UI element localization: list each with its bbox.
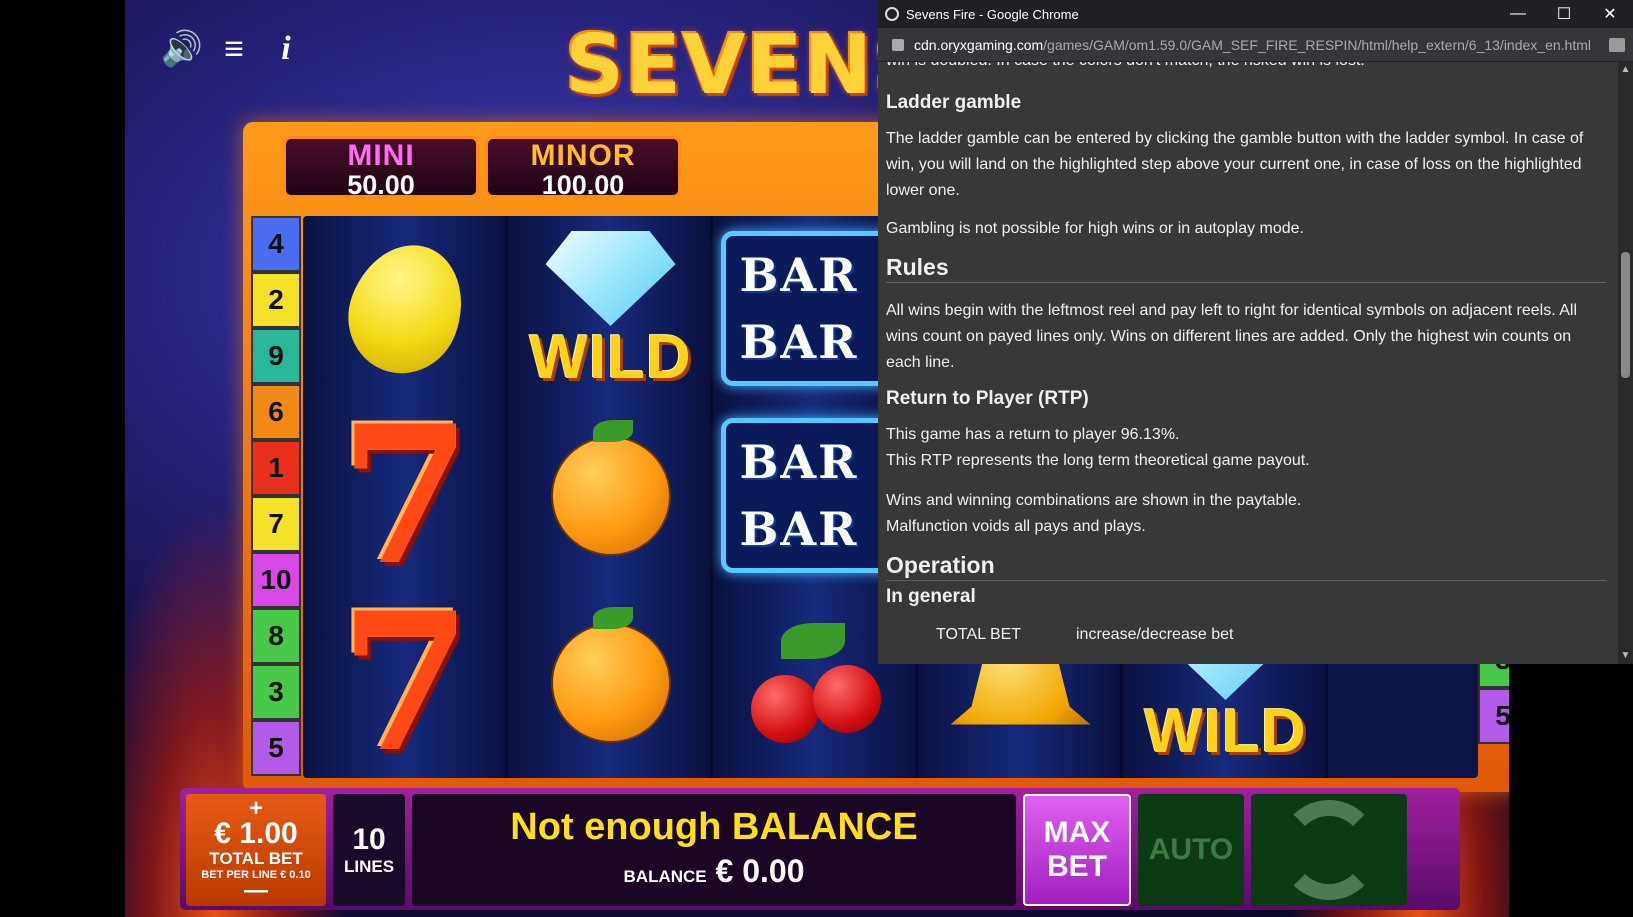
- close-button[interactable]: ✕: [1587, 4, 1633, 24]
- total-bet-button[interactable]: + € 1.00 TOTAL BET BET PER LINE € 0.10 —: [186, 794, 326, 906]
- seven-symbol: 7: [339, 571, 472, 778]
- lemon-symbol: [303, 216, 508, 401]
- help-text: Malfunction voids all pays and plays.: [886, 518, 1146, 535]
- wild-symbol: WILD: [508, 216, 713, 401]
- section-heading: Ladder gamble: [886, 92, 1022, 113]
- payline-number: 9: [251, 328, 301, 384]
- scroll-thumb[interactable]: [1621, 252, 1630, 378]
- bet-increase-button[interactable]: +: [249, 797, 263, 821]
- help-text: All wins begin with the leftmost reel an…: [886, 302, 1578, 371]
- total-bet-label: TOTAL BET: [209, 849, 303, 868]
- autoplay-button[interactable]: AUTO: [1138, 794, 1244, 906]
- payline-number: 4: [251, 216, 301, 272]
- help-window: Sevens Fire - Google Chrome — ☐ ✕ cdn.or…: [878, 0, 1633, 664]
- jackpot-value: 100.00: [541, 170, 625, 200]
- jackpot-minor: MINOR 100.00: [485, 136, 681, 200]
- section-heading: Operation: [886, 552, 1606, 581]
- orange-symbol: [508, 403, 713, 588]
- url-path: /games/GAM/om1.59.0/GAM_SEF_FIRE_RESPIN/…: [1043, 36, 1591, 53]
- jackpot-mini: MINI 50.00: [283, 136, 479, 200]
- jackpot-value: 50.00: [347, 170, 415, 200]
- help-text: Gambling is not possible for high wins o…: [886, 220, 1304, 237]
- window-titlebar: Sevens Fire - Google Chrome — ☐ ✕: [878, 0, 1633, 28]
- control-bar: + € 1.00 TOTAL BET BET PER LINE € 0.10 —…: [180, 788, 1460, 910]
- window-title: Sevens Fire - Google Chrome: [906, 6, 1079, 22]
- section-heading: In general: [886, 586, 976, 607]
- message-panel: Not enough BALANCE BALANCE € 0.00: [412, 794, 1016, 906]
- payline-number: 8: [251, 608, 301, 664]
- balance-value: € 0.00: [715, 853, 805, 889]
- bet-decrease-button[interactable]: —: [244, 879, 268, 903]
- spin-icon: [1279, 800, 1379, 900]
- max-bet-button[interactable]: MAX BET: [1023, 794, 1131, 906]
- lock-icon: [892, 38, 904, 51]
- payline-numbers-left: 4 2 9 6 1 7 10 8 3 5: [251, 216, 301, 776]
- lines-label: LINES: [343, 857, 395, 876]
- orange-symbol: [508, 590, 713, 775]
- help-text: win is doubled. In case the colors don't…: [886, 62, 1606, 74]
- help-text: The ladder gamble can be entered by clic…: [886, 130, 1584, 199]
- spin-button[interactable]: [1251, 794, 1407, 906]
- game-top-icons: 🔊 ≡ i: [161, 30, 305, 69]
- payline-number: 1: [251, 440, 301, 496]
- info-icon[interactable]: i: [267, 30, 305, 68]
- translate-icon[interactable]: [1609, 37, 1625, 52]
- scrollbar[interactable]: ▲ ▼: [1618, 62, 1633, 664]
- reel: WILD: [508, 216, 713, 778]
- table-value: increase/decrease bet: [1076, 626, 1234, 643]
- controls-table-row: TOTAL BET increase/decrease bet: [936, 622, 1536, 648]
- menu-icon[interactable]: ≡: [215, 30, 253, 68]
- reel: 77: [303, 216, 508, 778]
- payline-number: 7: [251, 496, 301, 552]
- max-bet-label: MAX: [1043, 816, 1111, 849]
- bet-amount: € 1.00: [214, 817, 298, 850]
- payline-number: 5: [251, 720, 301, 776]
- payline-number: 3: [251, 664, 301, 720]
- jackpot-label: MINOR: [530, 139, 636, 172]
- max-bet-label: BET: [1047, 850, 1107, 883]
- section-heading: Return to Player (RTP): [886, 388, 1089, 409]
- chrome-icon: [885, 7, 899, 21]
- address-bar[interactable]: cdn.oryxgaming.com/games/GAM/om1.59.0/GA…: [878, 28, 1633, 62]
- section-heading: Rules: [886, 254, 1606, 283]
- payline-number: 6: [251, 384, 301, 440]
- payline-number: 2: [251, 272, 301, 328]
- payline-number: 5: [1478, 688, 1509, 744]
- help-text: This game has a return to player 96.13%.: [886, 426, 1180, 443]
- speaker-icon[interactable]: 🔊: [161, 30, 203, 68]
- payline-number: 10: [251, 552, 301, 608]
- jackpot-label: MINI: [347, 139, 415, 172]
- maximize-button[interactable]: ☐: [1541, 4, 1587, 24]
- scroll-up-icon[interactable]: ▲: [1618, 62, 1633, 78]
- scroll-down-icon[interactable]: ▼: [1618, 648, 1633, 664]
- balance-label: BALANCE: [623, 867, 707, 886]
- help-content: win is doubled. In case the colors don't…: [878, 62, 1618, 664]
- url-host: cdn.oryxgaming.com: [914, 36, 1044, 53]
- status-message: Not enough BALANCE: [510, 806, 918, 848]
- table-key: TOTAL BET: [936, 626, 1022, 643]
- lines-display: 10 LINES: [333, 794, 405, 906]
- help-text: Wins and winning combinations are shown …: [886, 492, 1302, 509]
- lines-count: 10: [352, 823, 386, 856]
- seven-symbol: 7: [339, 384, 472, 607]
- minimize-button[interactable]: —: [1495, 5, 1541, 23]
- help-text: This RTP represents the long term theore…: [886, 452, 1310, 469]
